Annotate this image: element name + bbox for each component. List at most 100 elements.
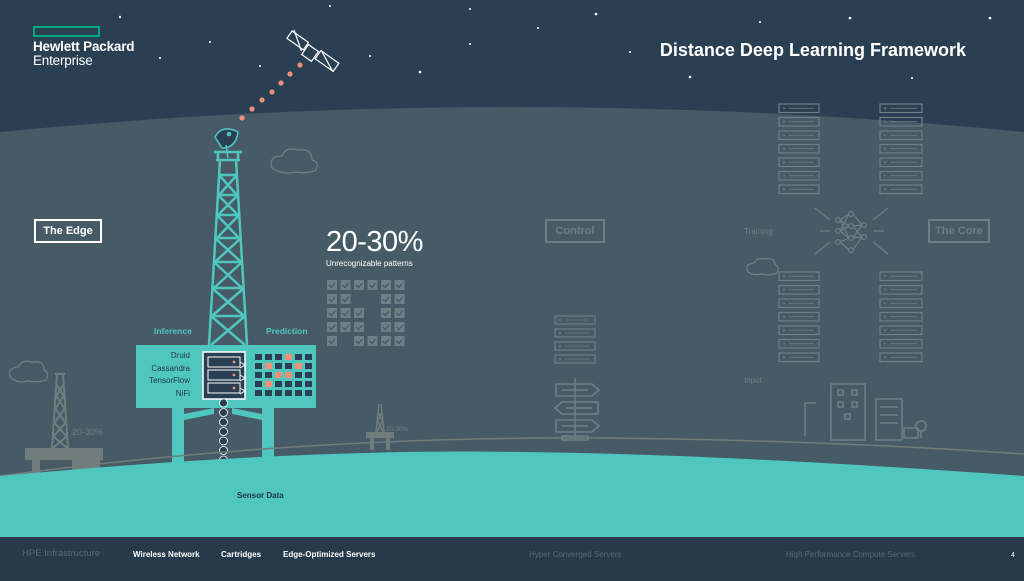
stack-item: TensorFlow <box>149 376 190 385</box>
footer-bar <box>0 537 1024 581</box>
grid-cell <box>275 372 282 378</box>
checkbox <box>327 294 337 304</box>
grid-cell <box>305 381 312 387</box>
prediction-label: Prediction <box>266 326 308 336</box>
diagram-stage: Hewlett Packard Enterprise Distance Deep… <box>0 0 1024 581</box>
stat-value: 20-30% <box>326 226 423 258</box>
grid-cell <box>295 381 302 387</box>
input-label: Input <box>744 376 762 385</box>
rack-led <box>559 345 561 347</box>
checkbox <box>367 280 378 290</box>
grid-cell <box>285 372 292 378</box>
grid-cell <box>265 354 272 360</box>
rack-led <box>783 342 785 345</box>
rack-led <box>884 134 886 137</box>
checkbox <box>394 308 405 318</box>
checkbox <box>340 322 351 332</box>
sensor-node <box>219 427 228 436</box>
stat-caption: Unrecognizable patterns <box>326 259 413 268</box>
grid-cell <box>265 381 272 387</box>
checkbox <box>367 336 378 346</box>
control-label: Control <box>545 219 605 243</box>
training-label: Training <box>744 227 773 236</box>
rack-led <box>783 329 785 332</box>
footer-hyper-converged-servers: Hyper Converged Servers <box>529 550 622 559</box>
rack-led <box>783 302 785 305</box>
checkbox <box>381 336 391 346</box>
rack-led <box>783 315 785 318</box>
sensor-node <box>219 417 228 427</box>
page-title: Distance Deep Learning Framework <box>659 40 966 60</box>
grid-cell <box>265 390 272 396</box>
server-rack-icon <box>202 351 246 400</box>
page-number: 4 <box>1011 552 1015 559</box>
rack-led <box>783 356 785 359</box>
grid-cell <box>255 381 262 387</box>
rack-led <box>884 329 886 332</box>
sensor-data-label: Sensor Data <box>237 491 284 500</box>
checkbox <box>327 280 337 290</box>
rack-led <box>559 319 561 321</box>
grid-cell <box>255 354 262 360</box>
checkbox <box>381 322 391 332</box>
rack-led <box>884 288 886 291</box>
footer-hpc-servers: High Performance Compute Servers <box>786 550 915 559</box>
checkbox <box>340 308 351 318</box>
footer-wireless-network: Wireless Network <box>133 550 200 559</box>
checkbox <box>354 322 364 332</box>
grid-cell <box>265 363 272 369</box>
rack-led <box>783 107 785 110</box>
grid-cell <box>295 354 302 360</box>
the-edge-label: The Edge <box>34 219 102 243</box>
checkbox <box>394 336 405 346</box>
sensor-node <box>219 446 228 455</box>
checkbox <box>327 308 337 318</box>
grid-cell <box>275 354 282 360</box>
rack-led <box>783 188 785 191</box>
grid-cell <box>285 354 292 360</box>
rack-led <box>884 342 886 345</box>
footer-edge-optimized-servers: Edge-Optimized Servers <box>283 550 376 559</box>
checkbox <box>394 322 405 332</box>
checkbox <box>354 308 364 318</box>
stack-item: Druid <box>170 351 190 360</box>
rack-led <box>783 275 785 278</box>
rack-led <box>884 315 886 318</box>
sensor-node <box>219 408 228 417</box>
rack-led <box>884 120 886 123</box>
checkbox <box>340 294 351 304</box>
grid-cell <box>275 381 282 387</box>
checkbox <box>394 280 405 290</box>
grid-cell <box>285 390 292 396</box>
grid-cell <box>295 390 302 396</box>
rack-led <box>559 332 561 334</box>
grid-cell <box>255 363 262 369</box>
stack-item: Cassandra <box>151 363 190 373</box>
brand-line1: Hewlett Packard <box>33 39 135 54</box>
rack-led <box>884 174 886 177</box>
footer-cartridges: Cartridges <box>221 550 262 559</box>
rack-led <box>884 302 886 305</box>
checkbox <box>381 294 391 304</box>
rack-led <box>884 356 886 359</box>
the-core-label: The Core <box>928 219 990 243</box>
rack-led <box>884 188 886 191</box>
checkbox <box>327 336 337 346</box>
checkbox <box>354 336 364 346</box>
rack-led <box>559 358 561 360</box>
grid-cell <box>255 372 262 378</box>
checkbox <box>381 280 391 290</box>
grid-cell <box>295 363 302 369</box>
grid-cell <box>275 363 282 369</box>
grid-cell <box>305 363 312 369</box>
grid-cell <box>275 390 282 396</box>
rack-led <box>884 161 886 164</box>
rack-led <box>783 174 785 177</box>
rack-led <box>884 147 886 150</box>
small-stat-left: 20-30% <box>72 427 104 437</box>
grid-cell <box>265 372 272 378</box>
rack-led <box>884 275 886 278</box>
edge-stack-list: Druid Cassandra TensorFlow NiFi <box>130 350 190 400</box>
grid-cell <box>305 354 312 360</box>
small-stat-mid: 20-30% <box>386 426 409 433</box>
